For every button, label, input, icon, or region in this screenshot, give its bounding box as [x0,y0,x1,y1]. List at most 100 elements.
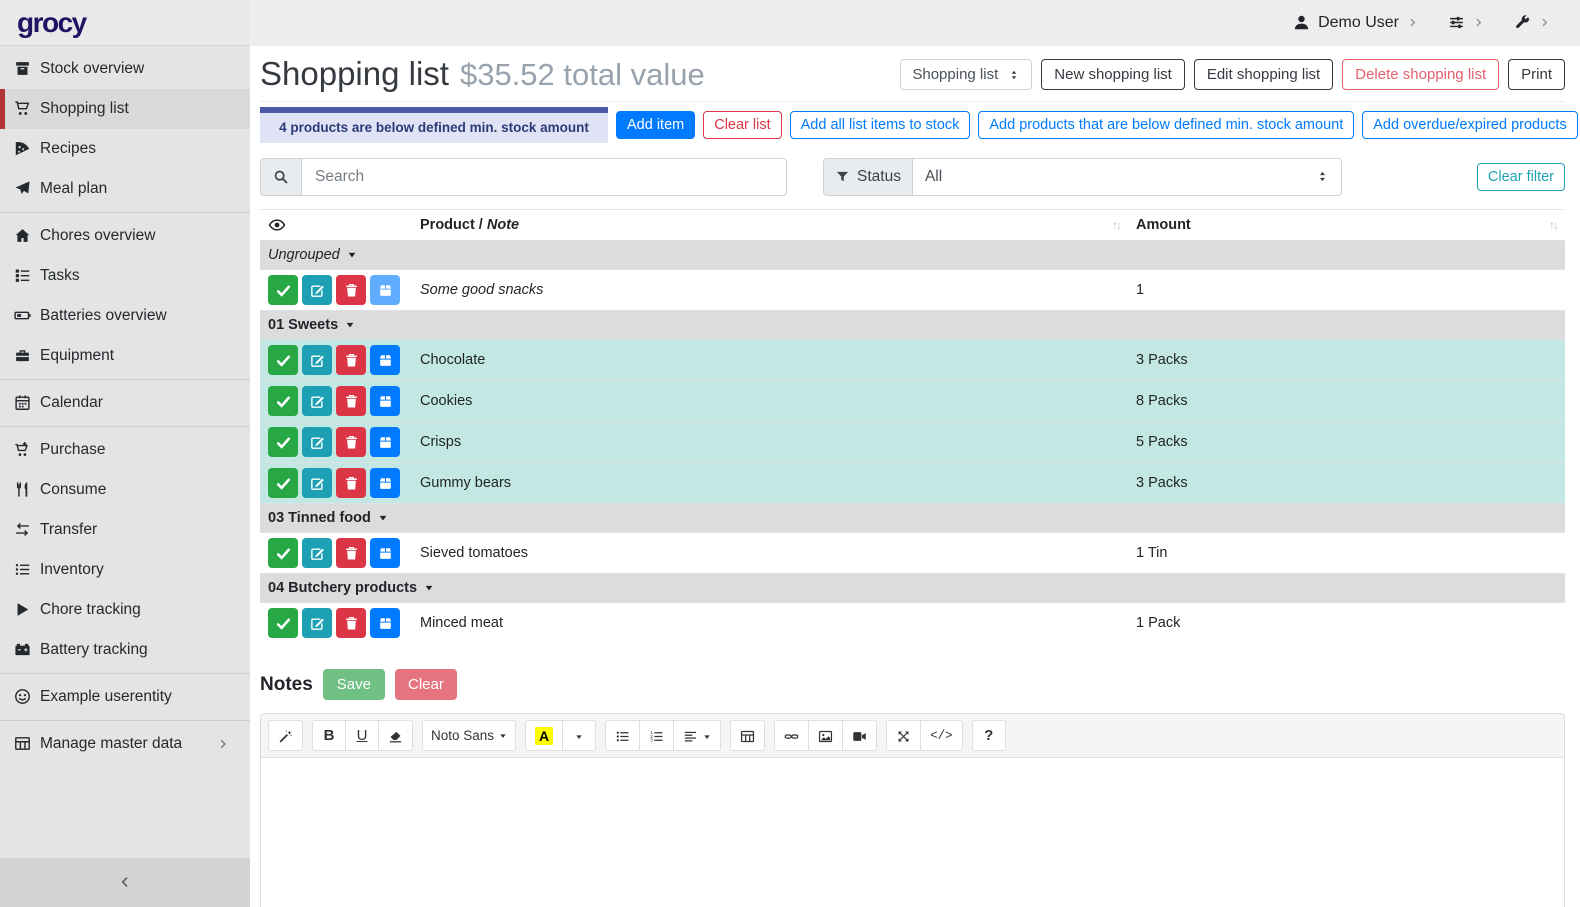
row-delete-button[interactable] [336,345,366,375]
sidebar-item-tasks[interactable]: Tasks [0,256,250,296]
row-done-button[interactable] [268,608,298,638]
row-add-to-stock-button[interactable] [370,427,400,457]
row-edit-button[interactable] [302,275,332,305]
user-menu[interactable]: Demo User [1293,14,1418,32]
video-icon [852,727,867,744]
clear-list-button[interactable]: Clear list [703,111,781,139]
row-add-to-stock-button[interactable] [370,345,400,375]
row-delete-button[interactable] [336,275,366,305]
notes-editing-area[interactable] [261,758,1564,907]
row-edit-button[interactable] [302,538,332,568]
edit-shopping-list-button[interactable]: Edit shopping list [1194,59,1333,90]
insert-table-button[interactable] [730,720,765,751]
sidebar-item-equipment[interactable]: Equipment [0,336,250,376]
product-group-row[interactable]: 04 Butchery products [260,574,1565,603]
row-done-button[interactable] [268,386,298,416]
row-delete-button[interactable] [336,608,366,638]
sidebar-item-calendar[interactable]: Calendar [0,383,250,423]
sort-icon[interactable]: ↑↓ [1112,218,1120,232]
code-view-button[interactable]: </> [920,720,963,751]
product-column-header[interactable]: Product / Note ↑↓ [412,210,1128,241]
sidebar-item-manage-master-data[interactable]: Manage master data [0,724,250,764]
ordered-list-button[interactable]: 123 [639,720,674,751]
sidebar-item-inventory[interactable]: Inventory [0,550,250,590]
sidebar-item-chores-overview[interactable]: Chores overview [0,216,250,256]
sidebar-item-shopping-list[interactable]: Shopping list [0,89,250,129]
sidebar-item-batteries-overview[interactable]: Batteries overview [0,296,250,336]
list-ul-icon [615,727,630,744]
row-add-to-stock-button[interactable] [370,275,400,305]
print-button[interactable]: Print [1508,59,1565,90]
row-edit-button[interactable] [302,608,332,638]
amount-column-header[interactable]: Amount ↑↓ [1128,210,1565,241]
caret-down-icon [417,580,434,596]
sidebar-item-chore-tracking[interactable]: Chore tracking [0,590,250,630]
paragraph-align-dropdown[interactable] [673,720,721,751]
sort-icon[interactable]: ↑↓ [1549,218,1557,232]
add-item-button[interactable]: Add item [616,111,695,139]
row-done-button[interactable] [268,275,298,305]
notes-clear-button[interactable]: Clear [395,669,457,700]
product-group-row[interactable]: 03 Tinned food [260,504,1565,533]
row-add-to-stock-button[interactable] [370,608,400,638]
unordered-list-button[interactable] [605,720,640,751]
admin-menu[interactable] [1514,14,1550,32]
font-color-button[interactable]: A [525,720,563,751]
sidebar-item-meal-plan[interactable]: Meal plan [0,169,250,209]
sidebar-divider [0,720,250,721]
row-add-to-stock-button[interactable] [370,538,400,568]
sidebar-item-transfer[interactable]: Transfer [0,510,250,550]
fullscreen-button[interactable] [886,720,921,751]
clear-filter-button[interactable]: Clear filter [1477,163,1565,191]
add-overdue-button[interactable]: Add overdue/expired products [1362,111,1577,139]
play-icon [14,601,40,619]
status-filter-select[interactable]: All [912,158,1342,196]
sidebar-collapse-button[interactable] [0,858,250,907]
row-add-to-stock-button[interactable] [370,468,400,498]
add-all-to-stock-button[interactable]: Add all list items to stock [790,111,971,139]
insert-video-button[interactable] [842,720,877,751]
row-done-button[interactable] [268,468,298,498]
sidebar-item-purchase[interactable]: Purchase [0,430,250,470]
notes-save-button[interactable]: Save [323,669,385,700]
settings-menu[interactable] [1448,14,1484,32]
row-add-to-stock-button[interactable] [370,386,400,416]
sidebar-item-stock-overview[interactable]: Stock overview [0,49,250,89]
sidebar-item-recipes[interactable]: Recipes [0,129,250,169]
row-delete-button[interactable] [336,386,366,416]
row-edit-button[interactable] [302,386,332,416]
new-shopping-list-button[interactable]: New shopping list [1041,59,1185,90]
sidebar-item-example-userentity[interactable]: Example userentity [0,677,250,717]
insert-image-button[interactable] [808,720,843,751]
row-edit-button[interactable] [302,345,332,375]
underline-button[interactable]: U [345,720,379,751]
clear-format-button[interactable] [378,720,413,751]
row-done-button[interactable] [268,345,298,375]
pizza-icon [14,140,40,158]
row-delete-button[interactable] [336,427,366,457]
delete-shopping-list-button[interactable]: Delete shopping list [1342,59,1499,90]
magic-style-button[interactable] [268,720,303,751]
help-button[interactable]: ? [972,720,1006,751]
font-family-dropdown[interactable]: Noto Sans [422,720,516,751]
shopping-list-select[interactable]: Shopping list [900,59,1032,90]
row-delete-button[interactable] [336,468,366,498]
bold-button[interactable]: B [312,720,346,751]
topbar: grocy Demo User [0,0,1580,46]
insert-link-button[interactable] [774,720,809,751]
row-done-button[interactable] [268,538,298,568]
product-group-row[interactable]: Ungrouped [260,241,1565,270]
chevron-right-icon [1407,14,1418,32]
row-edit-button[interactable] [302,427,332,457]
product-group-row[interactable]: 01 Sweets [260,311,1565,340]
sidebar-item-consume[interactable]: Consume [0,470,250,510]
sidebar-item-label: Battery tracking [40,641,148,659]
font-color-dropdown[interactable] [562,720,596,751]
page-header: Shopping list $35.52 total value Shoppin… [260,46,1565,102]
sidebar-item-battery-tracking[interactable]: Battery tracking [0,630,250,670]
add-below-min-stock-button[interactable]: Add products that are below defined min.… [978,111,1354,139]
row-delete-button[interactable] [336,538,366,568]
row-edit-button[interactable] [302,468,332,498]
row-done-button[interactable] [268,427,298,457]
search-input[interactable] [301,158,787,196]
